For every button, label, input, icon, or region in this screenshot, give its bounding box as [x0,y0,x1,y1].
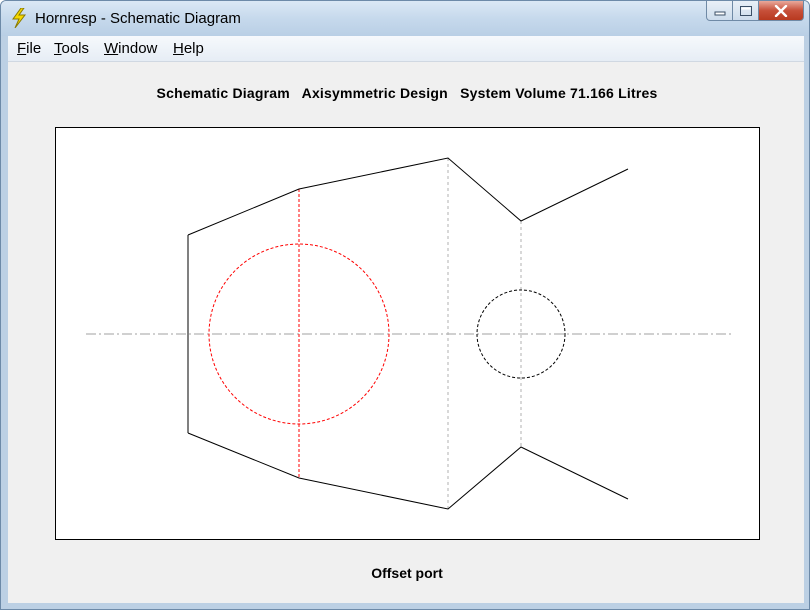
menu-bar: File Tools Window Help [8,36,804,62]
window-title: Hornresp - Schematic Diagram [35,10,241,27]
menu-file[interactable]: File [17,40,41,57]
close-icon [774,4,788,17]
menu-window-accel: W [104,40,119,57]
maximize-button[interactable] [733,1,759,21]
diagram-header: Schematic Diagram Axisymmetric Design Sy… [156,85,658,101]
schematic-drawing [86,157,731,510]
menu-window[interactable]: Window [104,40,157,57]
minimize-button[interactable] [706,1,733,21]
menu-tools-accel: T [54,40,62,57]
menu-file-label: ile [26,40,42,57]
lightning-bolt-icon [12,8,27,28]
caption-buttons [706,1,804,23]
menu-help-accel: H [173,40,184,57]
menu-help[interactable]: Help [173,40,204,57]
menu-window-label: indow [118,40,158,57]
maximize-icon [739,5,752,16]
schematic-canvas [55,127,760,540]
title-bar[interactable]: Hornresp - Schematic Diagram [1,1,809,36]
diagram-footer: Offset port [371,565,443,581]
minimize-icon [714,11,725,15]
menu-file-accel: F [17,40,27,57]
client-area: Schematic Diagram Axisymmetric Design Sy… [8,62,804,603]
app-window: Hornresp - Schematic Diagram File Tools … [0,0,810,610]
menu-tools[interactable]: Tools [54,40,89,57]
menu-tools-label: ools [61,40,90,57]
menu-help-label: elp [183,40,204,57]
close-button[interactable] [759,1,804,21]
enclosure-outline-bottom [187,432,629,510]
enclosure-outline-top [187,157,629,236]
